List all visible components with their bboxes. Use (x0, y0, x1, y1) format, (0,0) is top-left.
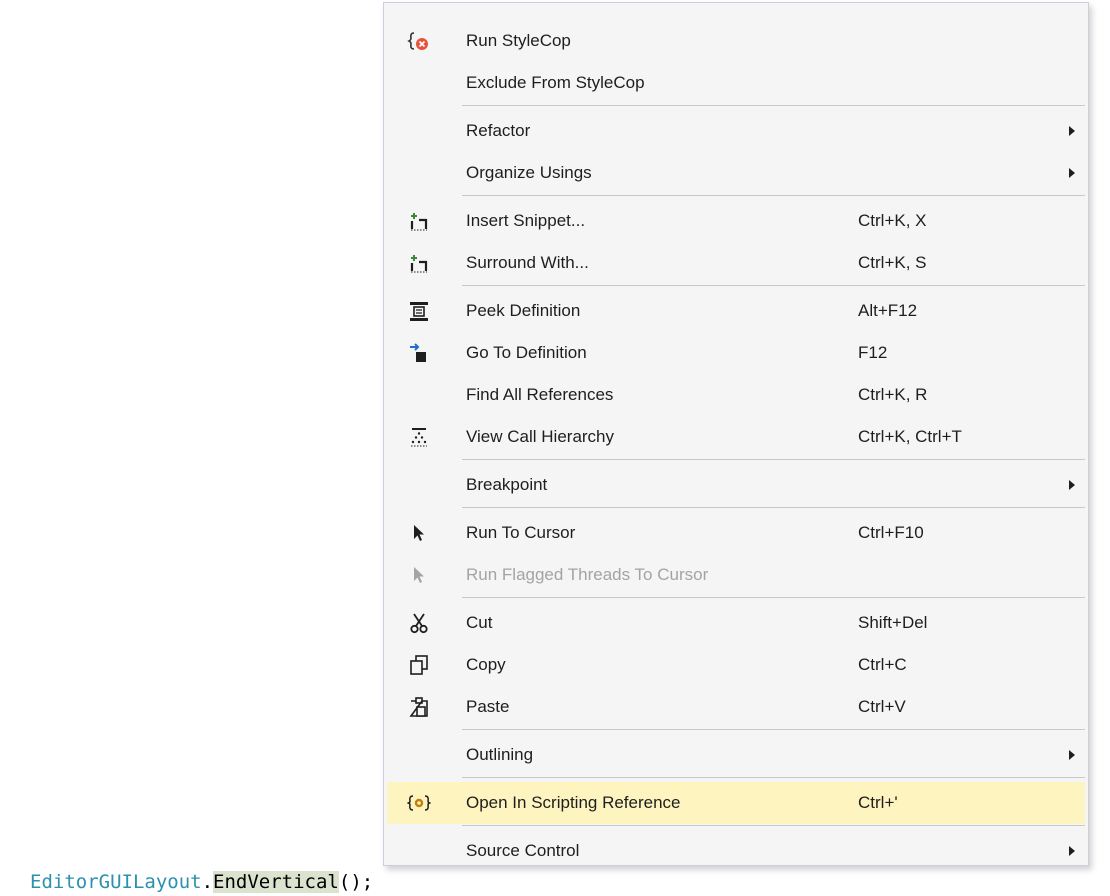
menu-item-view-call-hierarchy[interactable]: View Call Hierarchy Ctrl+K, Ctrl+T (387, 416, 1085, 458)
menu-item-label: Run To Cursor (466, 523, 576, 542)
menu-item-label: Breakpoint (466, 475, 548, 494)
snippet-icon (407, 209, 431, 233)
menu-item-label: Paste (466, 697, 510, 716)
menu-item-breakpoint[interactable]: Breakpoint (387, 464, 1085, 506)
call-hierarchy-icon (407, 425, 431, 449)
menu-item-peek-definition[interactable]: Peek Definition Alt+F12 (387, 290, 1085, 332)
menu-item-label: Go To Definition (466, 343, 587, 362)
menu-separator (462, 597, 1085, 598)
menu-item-shortcut: Ctrl+K, S (858, 253, 927, 272)
code-method-name: EndVertical (213, 871, 339, 893)
menu-item-insert-snippet[interactable]: Insert Snippet... Ctrl+K, X (387, 200, 1085, 242)
cursor-arrow-icon (407, 521, 431, 545)
menu-item-label: Run StyleCop (466, 31, 571, 50)
menu-item-surround-with[interactable]: Surround With... Ctrl+K, S (387, 242, 1085, 284)
menu-item-shortcut: F12 (858, 343, 888, 362)
menu-item-exclude-from-stylecop[interactable]: Exclude From StyleCop (387, 62, 1085, 104)
submenu-arrow-icon (1069, 126, 1075, 136)
menu-separator (462, 507, 1085, 508)
menu-item-shortcut: Ctrl+K, X (858, 211, 927, 230)
menu-item-label: Find All References (466, 385, 614, 404)
submenu-arrow-icon (1069, 168, 1075, 178)
menu-item-label: Run Flagged Threads To Cursor (466, 565, 709, 584)
menu-item-run-stylecop[interactable]: Run StyleCop (387, 20, 1085, 62)
menu-item-copy[interactable]: Copy Ctrl+C (387, 644, 1085, 686)
menu-item-label: Cut (466, 613, 493, 632)
menu-item-label: Exclude From StyleCop (466, 73, 645, 92)
context-menu: Run StyleCop Exclude From StyleCop Refac… (383, 2, 1089, 866)
menu-item-label: Copy (466, 655, 506, 674)
menu-item-shortcut: Shift+Del (858, 613, 928, 632)
menu-item-label: Source Control (466, 841, 580, 860)
menu-item-label: Peek Definition (466, 301, 581, 320)
code-suffix: (); (338, 871, 374, 893)
menu-item-paste[interactable]: Paste Ctrl+V (387, 686, 1085, 728)
menu-item-run-flagged-threads: Run Flagged Threads To Cursor (387, 554, 1085, 596)
code-editor-line[interactable]: EditorGUILayout.EndVertical(); (30, 869, 373, 896)
menu-item-find-all-references[interactable]: Find All References Ctrl+K, R (387, 374, 1085, 416)
menu-item-outlining[interactable]: Outlining (387, 734, 1085, 776)
menu-item-run-to-cursor[interactable]: Run To Cursor Ctrl+F10 (387, 512, 1085, 554)
menu-item-shortcut: Alt+F12 (858, 301, 918, 320)
menu-item-shortcut: Ctrl+K, Ctrl+T (858, 427, 962, 446)
menu-item-label: Open In Scripting Reference (466, 793, 681, 812)
copy-icon (407, 653, 431, 677)
menu-item-shortcut: Ctrl+V (858, 697, 906, 716)
menu-item-shortcut: Ctrl+F10 (858, 523, 924, 542)
code-class-name: EditorGUILayout (30, 871, 202, 893)
menu-item-shortcut: Ctrl+' (858, 793, 898, 812)
submenu-arrow-icon (1069, 480, 1075, 490)
menu-item-source-control[interactable]: Source Control (387, 830, 1085, 872)
menu-separator (462, 195, 1085, 196)
menu-item-organize-usings[interactable]: Organize Usings (387, 152, 1085, 194)
peek-definition-icon (407, 299, 431, 323)
menu-item-label: Refactor (466, 121, 531, 140)
menu-item-label: Insert Snippet... (466, 211, 586, 230)
menu-separator (462, 285, 1085, 286)
snippet-icon (407, 251, 431, 275)
menu-item-cut[interactable]: Cut Shift+Del (387, 602, 1085, 644)
code-dot: . (201, 871, 214, 893)
menu-item-label: Surround With... (466, 253, 589, 272)
menu-item-label: Outlining (466, 745, 534, 764)
menu-separator (462, 459, 1085, 460)
menu-separator (462, 825, 1085, 826)
go-to-definition-icon (407, 341, 431, 365)
stylecop-run-icon (407, 29, 431, 53)
menu-item-refactor[interactable]: Refactor (387, 110, 1085, 152)
submenu-arrow-icon (1069, 846, 1075, 856)
scissors-icon (407, 611, 431, 635)
menu-item-shortcut: Ctrl+K, R (858, 385, 928, 404)
menu-item-label: View Call Hierarchy (466, 427, 615, 446)
paste-icon (407, 695, 431, 719)
menu-item-open-in-scripting-reference[interactable]: Open In Scripting Reference Ctrl+' (387, 782, 1085, 824)
menu-separator (462, 729, 1085, 730)
scripting-reference-icon (407, 791, 431, 815)
menu-item-label: Organize Usings (466, 163, 592, 182)
menu-item-go-to-definition[interactable]: Go To Definition F12 (387, 332, 1085, 374)
menu-separator (462, 105, 1085, 106)
menu-separator (462, 777, 1085, 778)
cursor-arrow-icon (407, 563, 431, 587)
menu-item-shortcut: Ctrl+C (858, 655, 907, 674)
submenu-arrow-icon (1069, 750, 1075, 760)
